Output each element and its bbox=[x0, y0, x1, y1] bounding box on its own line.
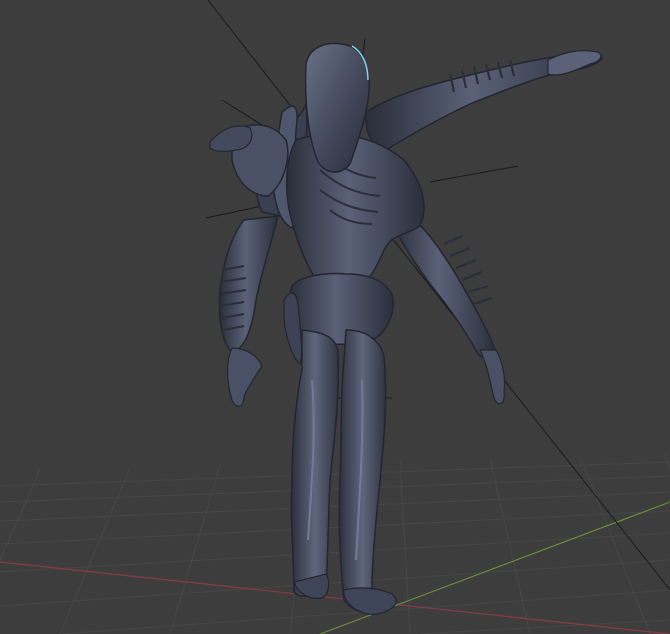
left-arm bbox=[218, 215, 279, 353]
left-hand-upper bbox=[209, 125, 253, 152]
right-lower-hand bbox=[479, 349, 506, 405]
right-leg bbox=[338, 329, 387, 615]
x-axis-line bbox=[0, 561, 670, 634]
viewport-canvas[interactable] bbox=[0, 0, 670, 634]
left-hand bbox=[226, 347, 263, 407]
left-leg bbox=[290, 329, 340, 597]
alien-character-model[interactable] bbox=[209, 42, 603, 615]
right-raised-hand bbox=[547, 50, 602, 76]
3d-viewport[interactable] bbox=[0, 0, 670, 634]
floor-grid bbox=[0, 453, 670, 634]
right-foot bbox=[343, 587, 397, 615]
